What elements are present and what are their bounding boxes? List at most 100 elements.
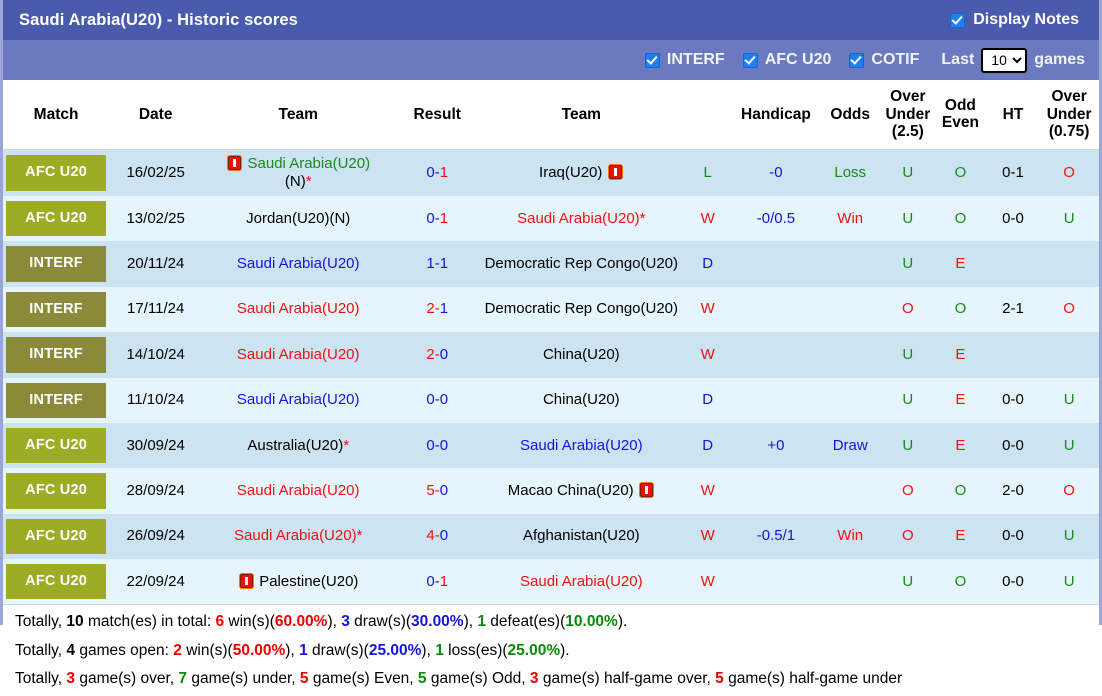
win-draw-loss: W [682,332,733,378]
half-time-score: 0-0 [986,377,1040,423]
home-team-cell[interactable]: Palestine(U20) [202,559,395,605]
odds-result [818,559,882,605]
home-team-cell[interactable]: Saudi Arabia(U20) [202,468,395,514]
result-cell: 0-1 [394,559,481,605]
table-header-row: Match Date Team Result Team Handicap Odd… [3,80,1099,150]
home-team-cell[interactable]: Jordan(U20)(N) [202,195,395,242]
result-cell: 2-1 [394,286,481,333]
afc-u20-label: AFC U20 [764,51,832,68]
interf-checkbox[interactable] [644,52,660,68]
over-under-075: U [1039,559,1099,605]
over-under-075: U [1039,195,1099,242]
page-root: Saudi Arabia(U20) - Historic scores Disp… [0,0,1102,696]
home-team-star: * [356,527,363,545]
win-draw-loss: D [682,241,733,287]
home-team-cell[interactable]: Saudi Arabia(U20) [202,377,395,423]
odd-even: E [934,422,987,469]
away-team-cell[interactable]: Iraq(U20) [480,149,683,196]
match-type-cell: INTERF [3,332,110,378]
over-under-25: O [881,286,935,333]
over-under-075: U [1039,377,1099,423]
interf-label: INTERF [666,51,725,68]
away-team-cell[interactable]: Democratic Rep Congo(U20) [480,241,683,287]
filter-afc-u20[interactable]: AFC U20 [742,51,832,69]
over-under-075: U [1039,513,1099,560]
home-team-cell[interactable]: Australia(U20)* [202,422,395,469]
away-team-cell[interactable]: Saudi Arabia(U20) [480,559,683,605]
away-team-cell[interactable]: Democratic Rep Congo(U20) [480,286,683,333]
table-row[interactable]: AFC U20 28/09/24 Saudi Arabia(U20) 5-0 Macao… [3,468,1099,514]
home-team-cell[interactable]: Saudi Arabia(U20) [202,332,395,378]
filter-cotif[interactable]: COTIF [849,51,919,69]
match-type-cell: AFC U20 [3,468,110,514]
table-row[interactable]: INTERF 14/10/24 Saudi Arabia(U20) 2-0 China(… [3,332,1099,378]
result-cell: 4-0 [394,513,481,560]
col-home-team: Team [202,80,395,150]
away-team-cell[interactable]: Afghanistan(U20) [480,513,683,560]
historic-scores-table: Match Date Team Result Team Handicap Odd… [3,80,1099,605]
col-away-team: Team [480,80,683,150]
home-team-name: Saudi Arabia(U20) [236,482,360,499]
games-halfgame-under: 5 [715,670,724,688]
games-even: 5 [299,670,309,688]
table-row[interactable]: INTERF 17/11/24 Saudi Arabia(U20) 2-1 Democr… [3,286,1099,333]
match-date: 30/09/24 [109,422,203,469]
home-team-cell[interactable]: Saudi Arabia(U20)* [202,513,395,560]
games-label: games [1034,51,1085,68]
home-team-cell[interactable]: Saudi Arabia(U20) [202,241,395,287]
games-count-select[interactable]: 1020304050 [981,47,1028,73]
display-notes-checkbox[interactable] [950,12,966,28]
match-type-cell: INTERF [3,377,110,423]
table-row[interactable]: INTERF 11/10/24 Saudi Arabia(U20) 0-0 China(… [3,377,1099,423]
table-row[interactable]: AFC U20 26/09/24 Saudi Arabia(U20)* 4-0 Afgh… [3,513,1099,560]
title-bar: Saudi Arabia(U20) - Historic scores Disp… [3,0,1099,40]
table-row[interactable]: AFC U20 16/02/25 Saudi Arabia(U20) (N)* 0-1… [3,149,1099,196]
win-draw-loss: L [682,149,733,196]
odds-result: Loss [818,149,882,196]
away-team-name: Iraq(U20) [539,163,603,181]
handicap-value [732,559,819,605]
table-row[interactable]: INTERF 20/11/24 Saudi Arabia(U20) 1-1 Democr… [3,241,1099,287]
odd-even: E [934,241,987,287]
odd-even: O [934,286,987,333]
odds-result [818,377,882,423]
half-time-score [986,332,1040,378]
match-type-badge: INTERF [6,337,107,373]
col-over-under-25: Over Under (2.5) [881,80,935,150]
red-card-icon [228,155,242,170]
result-cell: 0-0 [394,422,481,469]
over-under-075 [1039,241,1099,287]
display-notes-toggle[interactable]: Display Notes [950,11,1085,29]
match-type-cell: INTERF [3,286,110,333]
over-under-25: U [881,422,935,469]
over-under-075: O [1039,286,1099,333]
cotif-checkbox[interactable] [849,52,865,68]
table-row[interactable]: AFC U20 13/02/25 Jordan(U20)(N) 0-1 Saudi Ar… [3,195,1099,242]
filter-interf[interactable]: INTERF [644,51,725,69]
home-team-name: Saudi Arabia(U20) [236,300,360,318]
away-team-cell[interactable]: China(U20) [480,332,683,378]
table-row[interactable]: AFC U20 30/09/24 Australia(U20)* 0-0 Saudi A… [3,422,1099,469]
home-team-cell[interactable]: Saudi Arabia(U20) (N)* [202,149,395,196]
home-team-cell[interactable]: Saudi Arabia(U20) [202,286,395,333]
odd-even: E [934,513,987,560]
total-wins: 6 [215,613,225,631]
over-under-25: U [881,332,935,378]
away-team-cell[interactable]: Saudi Arabia(U20)* [480,195,683,242]
away-team-cell[interactable]: Macao China(U20) [480,468,683,514]
home-team-name: Saudi Arabia(U20) [236,255,360,273]
table-row[interactable]: AFC U20 22/09/24 Palestine(U20) 0-1 Saudi A… [3,559,1099,605]
afc-u20-checkbox[interactable] [742,52,758,68]
away-team-cell[interactable]: Saudi Arabia(U20) [480,422,683,469]
home-team-name: Jordan(U20)(N) [246,209,351,227]
red-card-icon [639,483,653,497]
away-team-name: Saudi Arabia(U20) [517,209,640,227]
col-over-under-075: Over Under (0.75) [1039,80,1099,150]
last-label: Last [941,51,975,68]
over-under-25: U [881,559,935,605]
table-body: AFC U20 16/02/25 Saudi Arabia(U20) (N)* 0-1… [3,149,1099,605]
away-team-cell[interactable]: China(U20) [480,377,683,423]
odds-result [818,286,882,333]
away-team-name: Saudi Arabia(U20) [520,572,643,590]
match-type-badge: AFC U20 [6,473,107,509]
